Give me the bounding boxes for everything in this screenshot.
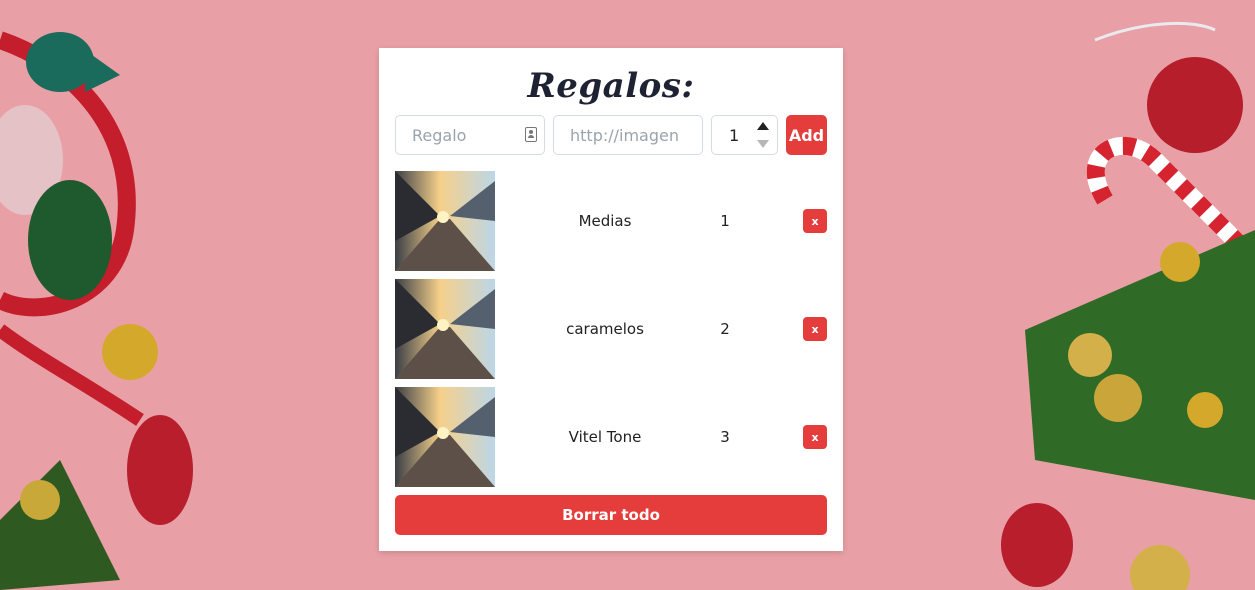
gift-image xyxy=(395,387,495,487)
gift-name: caramelos xyxy=(566,320,644,338)
quantity-stepper[interactable]: 1 xyxy=(711,115,778,155)
gift-name: Medias xyxy=(578,212,632,230)
contact-card-icon[interactable] xyxy=(525,127,537,142)
decrement-arrow-icon[interactable] xyxy=(757,140,769,148)
clear-all-button[interactable]: Borrar todo xyxy=(395,495,827,535)
list-item: Medias 1 x xyxy=(395,171,827,271)
list-item: Vitel Tone 3 x xyxy=(395,387,827,487)
add-button[interactable]: Add xyxy=(786,115,827,155)
gift-image xyxy=(395,171,495,271)
gift-image xyxy=(395,279,495,379)
gift-list: Medias 1 x caramelos 2 x Vitel Tone 3 x xyxy=(395,171,827,495)
page-title: Regalos: xyxy=(527,66,695,106)
remove-gift-button[interactable]: x xyxy=(803,317,827,341)
gift-quantity: 2 xyxy=(720,320,730,338)
christmas-decorations-left xyxy=(0,31,193,590)
gift-field-wrapper xyxy=(395,115,545,155)
gift-quantity: 3 xyxy=(720,428,730,446)
image-url-input[interactable] xyxy=(553,115,703,155)
remove-gift-button[interactable]: x xyxy=(803,209,827,233)
gift-name: Vitel Tone xyxy=(568,428,642,446)
quantity-value: 1 xyxy=(729,126,740,145)
add-gift-form: 1 Add xyxy=(395,115,827,155)
gift-list-card: Regalos: 1 Add xyxy=(379,48,843,551)
increment-arrow-icon[interactable] xyxy=(757,122,769,130)
list-item: caramelos 2 x xyxy=(395,279,827,379)
gift-quantity: 1 xyxy=(720,212,730,230)
remove-gift-button[interactable]: x xyxy=(803,425,827,449)
christmas-decorations-right xyxy=(1001,21,1255,590)
gift-name-input[interactable] xyxy=(395,115,545,155)
